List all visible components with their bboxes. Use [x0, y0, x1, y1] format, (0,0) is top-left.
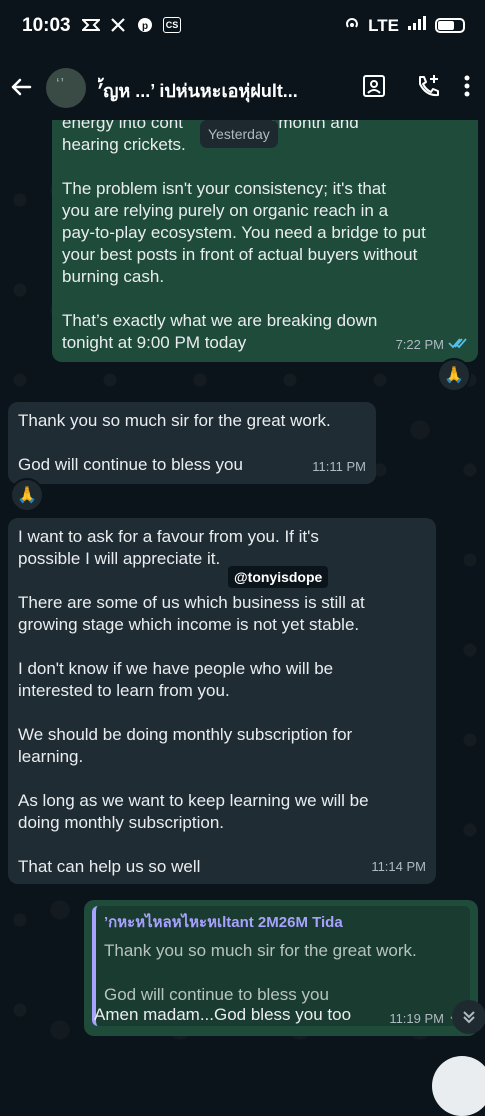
reaction-badge[interactable]: 🙏 [437, 358, 471, 392]
chat-area[interactable]: energy into cont after month and hearing… [0, 120, 485, 1080]
contact-card-icon[interactable] [360, 72, 388, 100]
date-separator: Yesterday [200, 120, 278, 148]
more-vert-icon[interactable] [462, 72, 485, 100]
battery-icon [435, 18, 465, 33]
chat-bubble-icon [82, 16, 100, 34]
status-right: LTE [344, 15, 465, 36]
network-type: LTE [368, 15, 399, 35]
message-time: 11:11 PM [312, 459, 366, 474]
watermark: @tonyisdope [228, 566, 329, 588]
read-ticks-icon [448, 334, 468, 356]
reaction-badge[interactable]: 🙏 [10, 478, 44, 512]
scroll-to-bottom-button[interactable] [452, 1000, 485, 1034]
chat-header: ‘’ ’้ญห ...’ iปห่นหะเอหุ่ฝult... [0, 54, 485, 120]
praying-hands-icon: 🙏 [444, 367, 464, 384]
status-time: 10:03 [22, 15, 71, 36]
quote-author: ’กหะหไหลหไหะหเltant 2M26M Tida [104, 914, 343, 931]
add-call-icon[interactable] [414, 72, 442, 100]
message-text: energy into cont after month and hearing… [62, 120, 426, 352]
signal-icon [407, 15, 427, 36]
message-bubble-outgoing[interactable]: ’กหะหไหลหไหะหเltant 2M26M Tida Thank you… [84, 900, 478, 1036]
double-chevron-down-icon [463, 1011, 475, 1024]
message-meta: 11:11 PM [312, 456, 366, 478]
message-time: 11:14 PM [371, 859, 426, 874]
x-icon [109, 16, 127, 34]
hotspot-icon [344, 15, 360, 36]
send-button[interactable] [432, 1056, 485, 1116]
avatar[interactable] [46, 68, 86, 108]
message-bubble-outgoing[interactable]: energy into cont after month and hearing… [52, 120, 478, 362]
status-bar: 10:03 p CS LTE [0, 0, 485, 54]
back-arrow-icon[interactable] [6, 72, 36, 102]
composer-bar[interactable] [0, 1050, 485, 1080]
message-text: I want to ask for a favour from you. If … [18, 527, 369, 876]
message-text: Amen madam...God bless you too [94, 1005, 352, 1024]
pinterest-icon: p [136, 16, 154, 34]
message-time: 7:22 PM [395, 337, 444, 352]
svg-text:p: p [142, 21, 148, 32]
message-bubble-incoming[interactable]: Thank you so much sir for the great work… [8, 402, 376, 484]
message-meta: 11:14 PM [371, 856, 426, 878]
message-meta: 7:22 PM [396, 334, 468, 356]
chat-title[interactable]: ’้ญห ...’ iปห่นหะเอหุ่ฝult... [98, 76, 348, 105]
praying-hands-icon: 🙏 [17, 487, 37, 504]
message-bubble-incoming[interactable]: I want to ask for a favour from you. If … [8, 518, 436, 884]
quote-text: Thank you so much sir for the great work… [104, 941, 417, 1004]
cs-icon: CS [163, 17, 181, 33]
status-left-icons: p CS [82, 16, 181, 34]
message-time: 11:19 PM [389, 1011, 444, 1026]
avatar-glyph: ‘’ [56, 76, 66, 93]
